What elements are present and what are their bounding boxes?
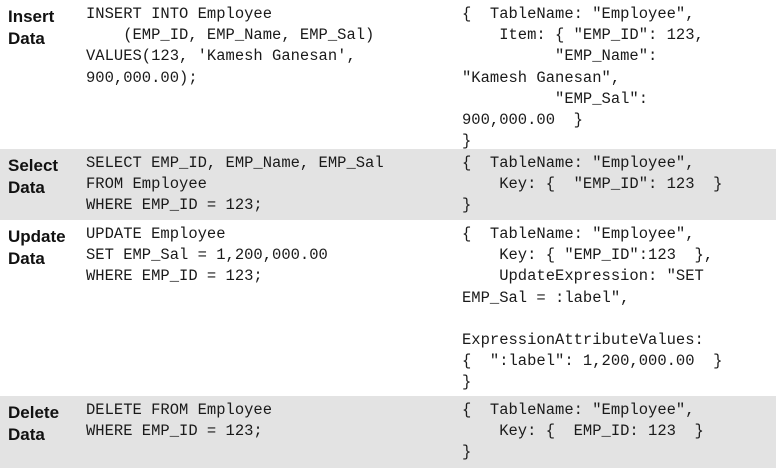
sql-dynamodb-comparison-table: Insert Data INSERT INTO Employee (EMP_ID… (0, 0, 776, 468)
sql-statement-update: UPDATE Employee SET EMP_Sal = 1,200,000.… (86, 225, 328, 286)
dynamodb-request-select: { TableName: "Employee", Key: { "EMP_ID"… (462, 154, 723, 215)
row-label-select: Select Data (8, 156, 59, 197)
row-label-delete: Delete Data (8, 403, 60, 444)
table-row-update: Update Data UPDATE Employee SET EMP_Sal … (0, 220, 776, 396)
dynamodb-request-delete: { TableName: "Employee", Key: { EMP_ID: … (462, 401, 704, 462)
sql-statement-select: SELECT EMP_ID, EMP_Name, EMP_Sal FROM Em… (86, 154, 384, 215)
table-row-delete: Delete Data DELETE FROM Employee WHERE E… (0, 396, 776, 468)
sql-statement-delete: DELETE FROM Employee WHERE EMP_ID = 123; (86, 401, 273, 441)
dynamodb-request-insert: { TableName: "Employee", Item: { "EMP_ID… (462, 5, 704, 151)
table-row-insert: Insert Data INSERT INTO Employee (EMP_ID… (0, 0, 776, 151)
dynamodb-request-update: { TableName: "Employee", Key: { "EMP_ID"… (462, 225, 723, 392)
row-label-insert: Insert Data (8, 7, 55, 48)
row-label-update: Update Data (8, 227, 66, 268)
sql-statement-insert: INSERT INTO Employee (EMP_ID, EMP_Name, … (86, 5, 375, 87)
table-row-select: Select Data SELECT EMP_ID, EMP_Name, EMP… (0, 149, 776, 220)
